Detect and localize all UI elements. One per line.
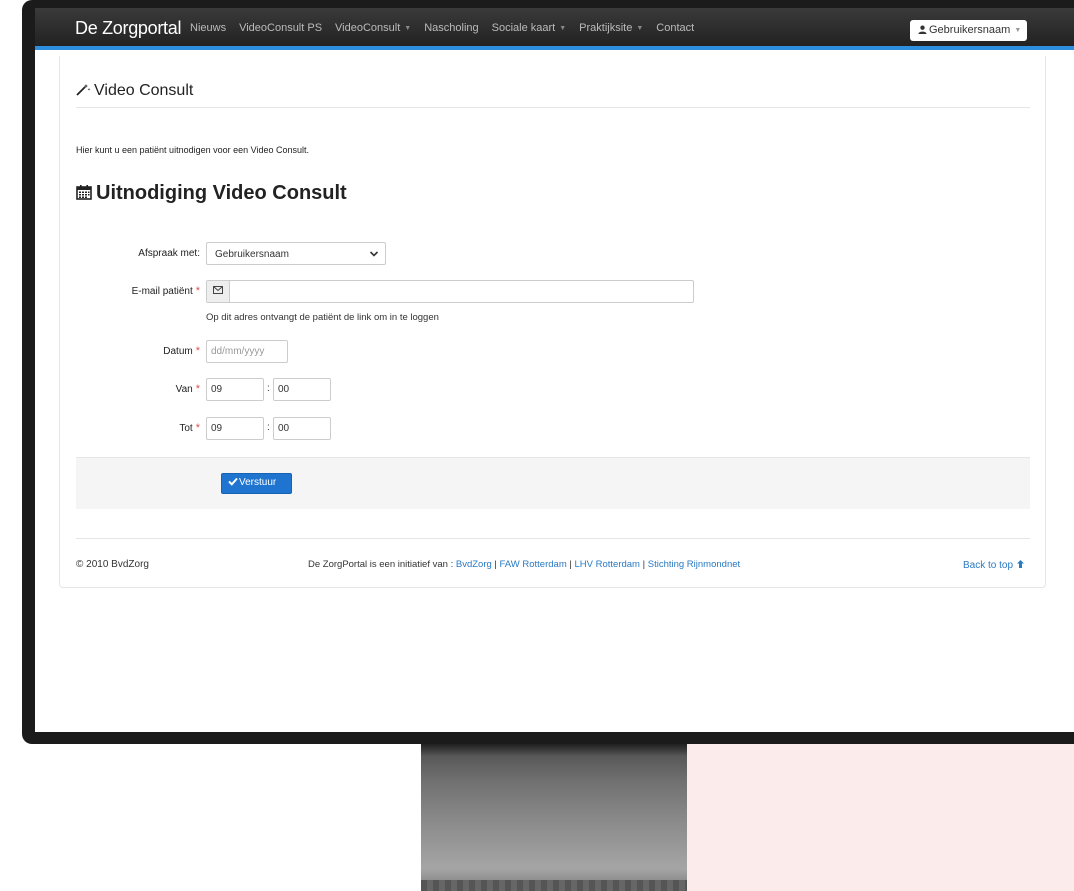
required-mark: * bbox=[195, 383, 200, 395]
divider bbox=[76, 538, 1030, 539]
email-help-text: Op dit adres ontvangt de patiënt de link… bbox=[206, 312, 439, 323]
tot-label: Tot * bbox=[179, 422, 200, 434]
nav-item-videoconsult[interactable]: VideoConsult ▼ bbox=[335, 22, 411, 34]
required-mark: * bbox=[195, 285, 200, 297]
nav-item-nieuws[interactable]: Nieuws bbox=[190, 22, 226, 34]
caret-down-icon: ▼ bbox=[636, 24, 644, 32]
nav-item-contact[interactable]: Contact bbox=[656, 22, 694, 34]
email-field[interactable] bbox=[230, 281, 693, 302]
copyright-text: © 2010 BvdZorg bbox=[76, 559, 149, 570]
page-title: Video Consult bbox=[76, 82, 193, 100]
monitor-stand bbox=[421, 742, 687, 891]
tot-minute-input[interactable]: 00 bbox=[273, 417, 331, 440]
van-minute-input[interactable]: 00 bbox=[273, 378, 331, 401]
nav-item-sociale-kaart[interactable]: Sociale kaart ▼ bbox=[492, 22, 567, 34]
user-icon bbox=[918, 25, 927, 34]
afspraak-label: Afspraak met: bbox=[138, 248, 200, 259]
stand-base bbox=[421, 880, 687, 891]
back-to-top-link[interactable]: Back to top bbox=[963, 559, 1025, 571]
submit-button[interactable]: Verstuur bbox=[221, 473, 292, 494]
monitor-screen: De Zorgportal Nieuws VideoConsult PS Vid… bbox=[35, 8, 1074, 732]
required-mark: * bbox=[195, 422, 200, 434]
nav-item-praktijksite[interactable]: Praktijksite ▼ bbox=[579, 22, 643, 34]
divider bbox=[76, 107, 1030, 108]
envelope-icon bbox=[207, 281, 230, 302]
footer-link-faw-rotterdam[interactable]: FAW Rotterdam bbox=[500, 559, 567, 570]
footer-link-lhv-rotterdam[interactable]: LHV Rotterdam bbox=[575, 559, 640, 570]
footer-link-stichting-rijnmondnet[interactable]: Stichting Rijnmondnet bbox=[648, 559, 740, 570]
caret-down-icon: ▼ bbox=[404, 24, 412, 32]
email-label: E-mail patiënt * bbox=[131, 285, 200, 297]
top-navbar: De Zorgportal Nieuws VideoConsult PS Vid… bbox=[35, 8, 1074, 50]
email-input-group bbox=[206, 280, 694, 303]
footer-link-bvdzorg[interactable]: BvdZorg bbox=[456, 559, 492, 570]
calendar-icon bbox=[76, 185, 92, 200]
background-panel bbox=[686, 742, 1074, 891]
date-input[interactable]: dd/mm/yyyy bbox=[206, 340, 288, 363]
nav-menu: Nieuws VideoConsult PS VideoConsult ▼ Nas… bbox=[190, 22, 707, 34]
brand-logo[interactable]: De Zorgportal bbox=[75, 18, 181, 39]
form-actions: Verstuur bbox=[76, 457, 1030, 509]
afspraak-select[interactable]: Gebruikersnaam bbox=[206, 242, 386, 265]
time-separator: : bbox=[267, 422, 270, 433]
user-menu-button[interactable]: Gebruikersnaam ▼ bbox=[910, 20, 1027, 41]
datum-label: Datum * bbox=[163, 345, 200, 357]
arrow-up-icon bbox=[1016, 560, 1024, 568]
van-label: Van * bbox=[175, 383, 200, 395]
van-hour-input[interactable]: 09 bbox=[206, 378, 264, 401]
caret-down-icon: ▼ bbox=[1014, 26, 1022, 34]
credits-text: De ZorgPortal is een initiatief van : Bv… bbox=[308, 559, 741, 570]
time-separator: : bbox=[267, 383, 270, 394]
stand-shadow bbox=[421, 742, 687, 756]
caret-down-icon: ▼ bbox=[559, 24, 567, 32]
magic-wand-icon bbox=[76, 84, 91, 96]
nav-item-nascholing[interactable]: Nascholing bbox=[424, 22, 478, 34]
tot-hour-input[interactable]: 09 bbox=[206, 417, 264, 440]
required-mark: * bbox=[195, 345, 200, 357]
check-icon bbox=[228, 477, 238, 486]
intro-text: Hier kunt u een patiënt uitnodigen voor … bbox=[76, 145, 309, 155]
nav-item-videoconsult-ps[interactable]: VideoConsult PS bbox=[239, 22, 322, 34]
section-title: Uitnodiging Video Consult bbox=[76, 182, 347, 205]
chevron-down-icon bbox=[369, 251, 379, 257]
content-panel: Video Consult Hier kunt u een patiënt ui… bbox=[59, 56, 1046, 588]
